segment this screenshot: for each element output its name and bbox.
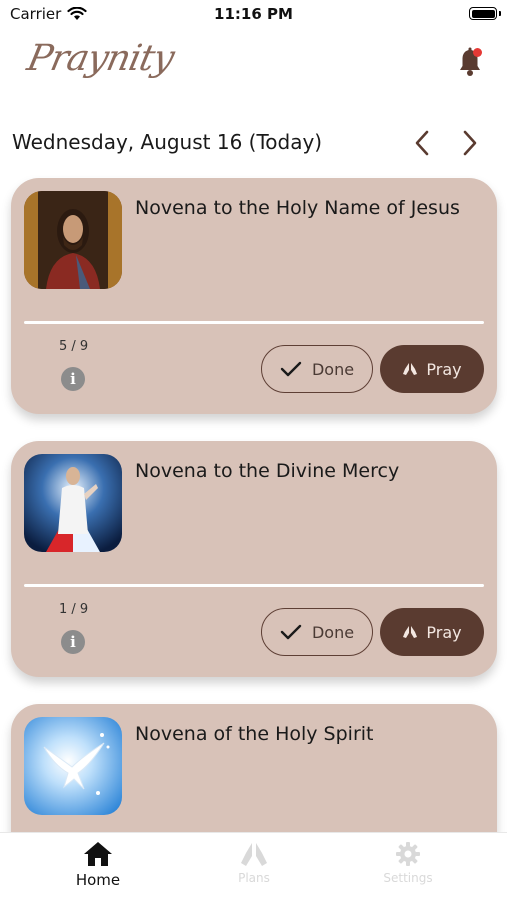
novena-image-divine-mercy: [24, 454, 122, 552]
novena-card[interactable]: Novena to the Divine Mercy 1 / 9 i Done …: [11, 441, 497, 677]
checkmark-icon: [280, 361, 302, 377]
app-logo: Praynity: [24, 38, 177, 96]
gear-icon: [396, 842, 420, 866]
novena-title: Novena to the Holy Name of Jesus: [135, 197, 460, 219]
tab-home[interactable]: Home: [38, 841, 158, 889]
done-label: Done: [311, 359, 355, 379]
checkmark-icon: [280, 624, 302, 640]
chevron-left-icon: [415, 130, 429, 156]
tab-plans-label: Plans: [238, 871, 270, 885]
current-date: Wednesday, August 16 (Today): [12, 130, 323, 154]
tab-plans[interactable]: Plans: [194, 841, 314, 885]
pray-label: Pray: [426, 359, 462, 379]
praying-hands-icon: [241, 843, 267, 866]
novena-card[interactable]: Novena of the Holy Spirit: [11, 704, 497, 832]
pray-button[interactable]: Pray: [380, 608, 484, 656]
tab-settings[interactable]: Settings: [348, 841, 468, 885]
chevron-right-icon: [463, 130, 477, 156]
novena-list[interactable]: Novena to the Holy Name of Jesus 5 / 9 i…: [0, 175, 507, 832]
info-icon[interactable]: i: [61, 367, 85, 391]
previous-day-button[interactable]: [407, 128, 437, 158]
novena-image-holy-spirit: [24, 717, 122, 815]
next-day-button[interactable]: [455, 128, 485, 158]
progress-count: 5 / 9: [59, 339, 89, 354]
status-bar: Carrier 11:16 PM: [0, 0, 507, 30]
pray-label: Pray: [426, 622, 462, 642]
notification-badge: [473, 48, 482, 57]
progress-count: 1 / 9: [59, 602, 89, 617]
novena-title: Novena of the Holy Spirit: [135, 723, 374, 745]
progress-divider: [24, 584, 484, 587]
info-icon[interactable]: i: [61, 630, 85, 654]
progress-divider: [24, 321, 484, 324]
tab-settings-label: Settings: [383, 871, 433, 885]
jesus-portrait-image: [24, 191, 122, 289]
battery-icon: [469, 7, 501, 20]
novena-title: Novena to the Divine Mercy: [135, 460, 400, 482]
praying-hands-icon: [403, 363, 418, 375]
novena-card[interactable]: Novena to the Holy Name of Jesus 5 / 9 i…: [11, 178, 497, 414]
holy-spirit-dove-image: [24, 717, 122, 815]
divine-mercy-image: [24, 454, 122, 552]
done-button[interactable]: Done: [261, 345, 373, 393]
status-time: 11:16 PM: [214, 5, 293, 23]
praying-hands-icon: [403, 626, 418, 638]
done-button[interactable]: Done: [261, 608, 373, 656]
notifications-button[interactable]: [456, 46, 484, 78]
done-label: Done: [311, 622, 355, 642]
logo-text: Praynity: [23, 38, 178, 79]
date-navigator: Wednesday, August 16 (Today): [0, 128, 507, 160]
pray-button[interactable]: Pray: [380, 345, 484, 393]
tab-home-label: Home: [75, 871, 121, 889]
home-icon: [84, 842, 112, 866]
bottom-tab-bar: Home Plans Settings: [0, 832, 507, 900]
novena-image-jesus: [24, 191, 122, 289]
